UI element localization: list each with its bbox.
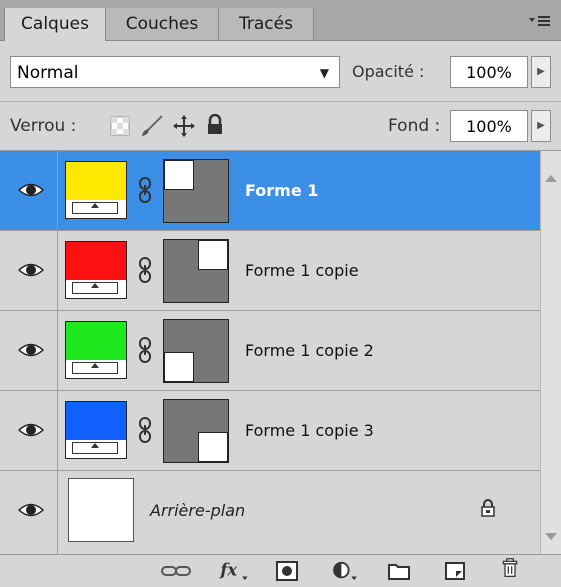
add-mask-icon[interactable] [276,561,298,581]
chevron-down-icon: ▼ [319,66,329,80]
layers-panel: Calques Couches Tracés Normal ▼ Opacité … [0,0,561,587]
opacity-field[interactable]: 100% [450,56,528,88]
scroll-up-icon[interactable] [545,175,557,182]
lock-label: Verrou : [10,116,77,136]
layer-row[interactable]: Forme 1 copie 3 [0,391,540,471]
link-chain-icon[interactable] [138,177,152,203]
lock-move-icon[interactable] [172,114,196,143]
fill-layer-base-icon [72,282,118,294]
layer-thumbnail[interactable] [65,161,127,219]
adjustment-layer-icon[interactable] [330,561,360,581]
layers-list: Forme 1 Forme 1 copie Forme 1 copie 2 Fo… [0,151,540,554]
lock-transparency-icon[interactable] [110,116,130,141]
link-chain-icon[interactable] [138,337,152,363]
lock-icon [481,499,495,517]
layer-name[interactable]: Forme 1 copie 3 [245,391,374,471]
layer-mask-thumbnail[interactable] [163,159,229,223]
layer-name[interactable]: Forme 1 [245,151,318,231]
link-chain-icon[interactable] [138,417,152,443]
eye-icon [18,343,44,357]
mask-white-area [164,160,194,190]
tab-bar: Calques Couches Tracés [0,0,561,41]
link-chain-icon[interactable] [138,257,152,283]
eye-icon [18,423,44,437]
layer-mask-thumbnail[interactable] [163,399,229,463]
tab-couches[interactable]: Couches [106,8,219,40]
background-thumbnail[interactable] [68,478,134,542]
visibility-toggle[interactable] [0,231,58,311]
background-layer-name[interactable]: Arrière-plan [150,471,245,551]
visibility-toggle[interactable] [0,151,58,231]
layer-name[interactable]: Forme 1 copie 2 [245,311,374,391]
new-group-icon[interactable] [388,561,410,581]
layer-row[interactable]: Forme 1 copie [0,231,540,311]
layer-color-fill [66,402,126,440]
eye-icon [18,183,44,197]
layer-row[interactable]: Forme 1 copie 2 [0,311,540,391]
tab-traces[interactable]: Tracés [219,8,314,40]
panel-menu-icon[interactable] [529,12,551,31]
background-layer-row[interactable]: Arrière-plan [0,471,540,554]
layer-name[interactable]: Forme 1 copie [245,231,359,311]
scroll-down-icon[interactable] [545,533,557,540]
fill-label: Fond : [388,116,441,136]
lock-row: Verrou : Fond: 100% ▶ [0,102,561,151]
visibility-toggle[interactable] [0,311,58,391]
eye-icon [18,263,44,277]
visibility-toggle[interactable] [0,471,58,554]
fill-layer-base-icon [72,362,118,374]
blend-mode-select[interactable]: Normal ▼ [10,56,340,88]
fill-layer-base-icon [72,202,118,214]
opacity-label: Opacité : [352,62,425,81]
layer-thumbnail[interactable] [65,241,127,299]
eye-icon [18,503,44,517]
layer-thumbnail[interactable] [65,401,127,459]
layer-color-fill [66,162,126,200]
visibility-toggle[interactable] [0,391,58,471]
layer-mask-thumbnail[interactable] [163,319,229,383]
fx-icon[interactable]: fx [217,561,251,581]
lock-all-icon[interactable] [206,113,224,141]
blend-mode-value: Normal [17,63,79,83]
layers-scrollbar[interactable] [540,151,561,554]
layer-color-fill [66,322,126,360]
trash-icon[interactable] [500,558,520,578]
blend-row: Normal ▼ Opacité : 100% ▶ [0,41,561,102]
fill-field[interactable]: 100% [450,110,528,142]
lock-paint-icon[interactable] [140,114,164,143]
opacity-slider-arrow-icon[interactable]: ▶ [531,56,551,88]
new-layer-icon[interactable] [444,561,466,581]
fill-layer-base-icon [72,442,118,454]
fill-slider-arrow-icon[interactable]: ▶ [531,110,551,142]
mask-white-area [198,432,228,462]
mask-white-area [198,240,228,270]
link-layers-icon[interactable] [160,561,192,581]
layer-mask-thumbnail[interactable] [163,239,229,303]
layer-row[interactable]: Forme 1 [0,151,540,231]
layer-thumbnail[interactable] [65,321,127,379]
layer-color-fill [66,242,126,280]
layers-bottom-toolbar: fx [0,554,561,587]
tab-calques[interactable]: Calques [4,8,106,41]
svg-text:fx: fx [219,561,237,580]
mask-white-area [164,352,194,382]
